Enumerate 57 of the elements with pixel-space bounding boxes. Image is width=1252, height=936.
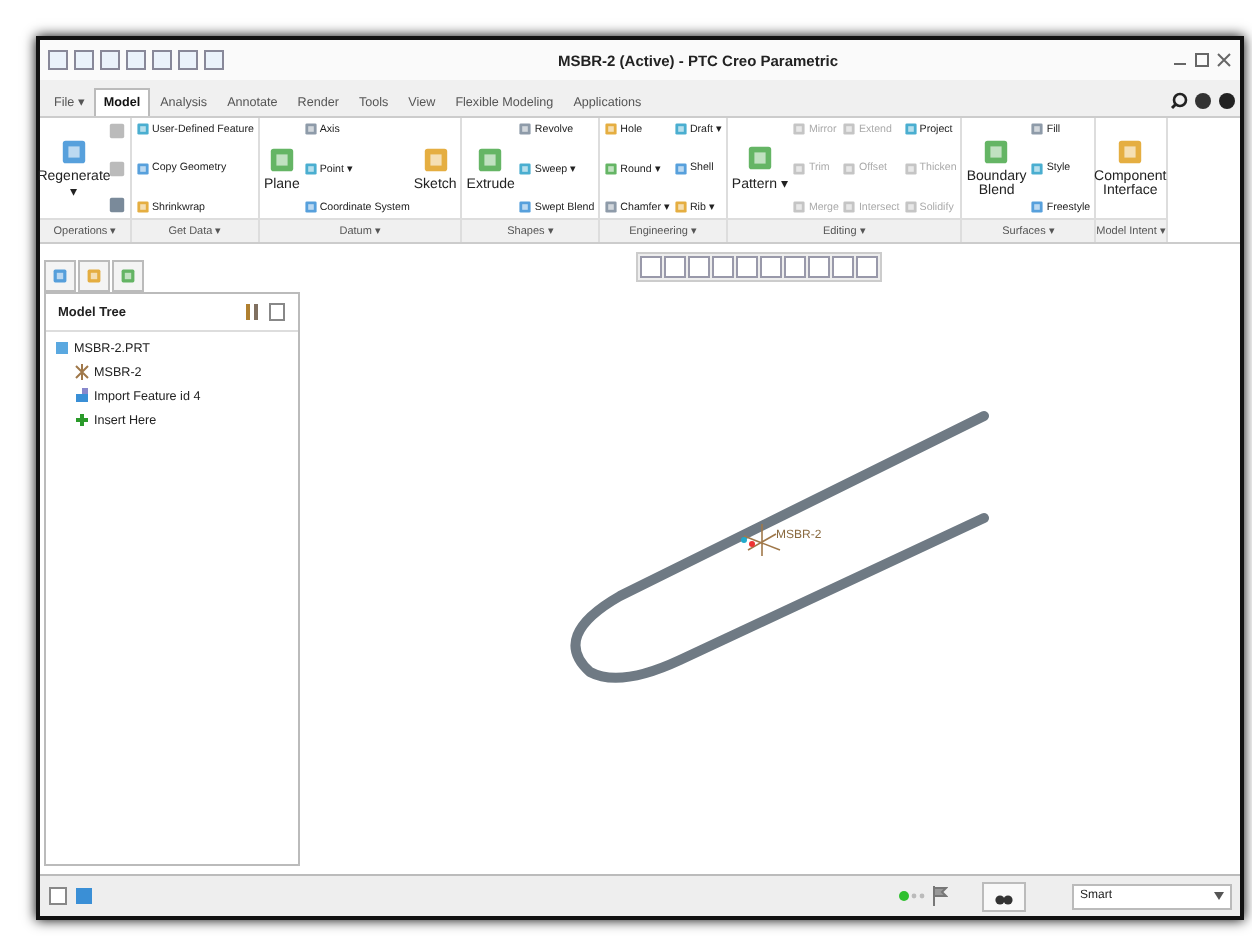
view-toolbar-button[interactable]	[664, 256, 686, 278]
tool-icon[interactable]	[108, 196, 126, 214]
tool-icon	[421, 145, 450, 173]
panel-tab[interactable]	[44, 260, 76, 292]
find-button[interactable]	[982, 881, 1026, 911]
insert-icon	[74, 412, 90, 428]
caret-icon	[1214, 892, 1224, 900]
view-toolbar-button[interactable]	[736, 256, 758, 278]
tool-icon	[982, 138, 1011, 166]
tool-icon	[267, 145, 296, 173]
tool-icon	[792, 200, 807, 214]
maximize-icon[interactable]	[1194, 52, 1210, 68]
tool-icon	[136, 161, 150, 175]
tool-icon	[518, 161, 533, 175]
tool-icon	[673, 200, 688, 214]
tool-icon	[842, 200, 857, 214]
tool-icon	[903, 161, 918, 175]
tool-icon	[52, 268, 68, 284]
tool-icon	[1116, 138, 1145, 166]
view-toolbar-button[interactable]	[640, 256, 662, 278]
view-toolbar-button[interactable]	[856, 256, 878, 278]
view-toolbar-button[interactable]	[832, 256, 854, 278]
tool-icon	[604, 200, 619, 214]
tool-icon	[604, 161, 619, 175]
view-toolbar-button[interactable]	[808, 256, 830, 278]
tree-toggle-icon[interactable]	[48, 886, 68, 906]
tools-icon[interactable]	[242, 302, 262, 322]
close-icon[interactable]	[1216, 52, 1232, 68]
view-toolbar-button[interactable]	[760, 256, 782, 278]
view-toolbar-button[interactable]	[712, 256, 734, 278]
view-toolbar-button[interactable]	[784, 256, 806, 278]
tool-icon	[518, 200, 533, 214]
panel-tab[interactable]	[78, 260, 110, 292]
tool-icon	[1030, 200, 1045, 214]
tool-icon	[86, 268, 102, 284]
tool-icon	[120, 268, 136, 284]
tool-icon	[303, 200, 318, 214]
part-icon	[54, 340, 70, 356]
search-icon[interactable]	[1170, 92, 1188, 110]
import-icon	[74, 388, 90, 404]
tool-icon	[673, 161, 688, 175]
tool-icon	[746, 144, 775, 172]
tool-icon	[476, 145, 505, 173]
view-toolbar-button[interactable]	[688, 256, 710, 278]
status-light-icon	[898, 890, 926, 902]
csys-icon	[741, 523, 781, 557]
tool-icon	[303, 161, 318, 175]
tool-icon	[1030, 161, 1045, 175]
tool-icon	[842, 161, 857, 175]
document-icon[interactable]	[268, 302, 286, 322]
flag-icon[interactable]	[932, 886, 948, 906]
csys-icon	[74, 364, 90, 380]
tool-icon	[136, 200, 150, 214]
tool-icon	[60, 137, 88, 165]
tool-icon	[903, 200, 918, 214]
panel-tab[interactable]	[112, 260, 144, 292]
tool-icon	[792, 161, 807, 175]
